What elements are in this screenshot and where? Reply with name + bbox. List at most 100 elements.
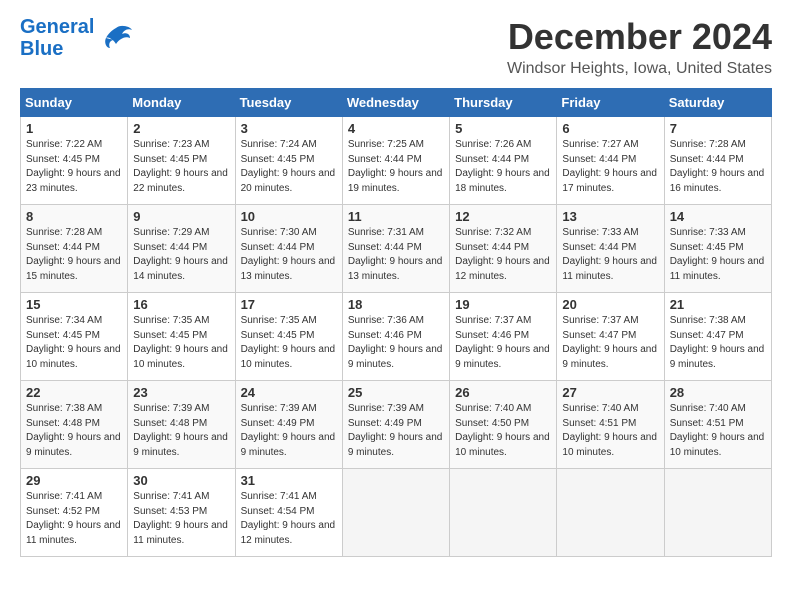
week-row-4: 22Sunrise: 7:38 AMSunset: 4:48 PMDayligh… <box>21 381 772 469</box>
location-title: Windsor Heights, Iowa, United States <box>507 60 772 78</box>
calendar-cell: 10 Sunrise: 7:30 AMSunset: 4:44 PMDayligh… <box>235 205 342 293</box>
day-info: Sunrise: 7:39 AMSunset: 4:48 PMDaylight:… <box>133 402 229 460</box>
day-number: 19 <box>455 297 551 312</box>
weekday-header-monday: Monday <box>128 89 235 117</box>
day-info: Sunrise: 7:32 AMSunset: 4:44 PMDaylight:… <box>455 226 551 284</box>
calendar-cell: 22Sunrise: 7:38 AMSunset: 4:48 PMDayligh… <box>21 381 128 469</box>
day-info: Sunrise: 7:41 AMSunset: 4:52 PMDaylight:… <box>26 490 122 548</box>
calendar-cell: 27 Sunrise: 7:40 AMSunset: 4:51 PMDayligh… <box>557 381 664 469</box>
day-number: 7 <box>670 121 766 136</box>
day-number: 16 <box>133 297 229 312</box>
day-info: Sunrise: 7:35 AMSunset: 4:45 PMDaylight:… <box>133 314 229 372</box>
day-number: 4 <box>348 121 444 136</box>
day-info: Sunrise: 7:36 AMSunset: 4:46 PMDaylight:… <box>348 314 444 372</box>
day-number: 23 <box>133 385 229 400</box>
day-number: 12 <box>455 209 551 224</box>
calendar-cell: 25 Sunrise: 7:39 AMSunset: 4:49 PMDayligh… <box>342 381 449 469</box>
week-row-5: 29Sunrise: 7:41 AMSunset: 4:52 PMDayligh… <box>21 469 772 557</box>
calendar-cell: 12 Sunrise: 7:32 AMSunset: 4:44 PMDayligh… <box>450 205 557 293</box>
day-info: Sunrise: 7:38 AMSunset: 4:47 PMDaylight:… <box>670 314 766 372</box>
day-number: 25 <box>348 385 444 400</box>
day-number: 24 <box>241 385 337 400</box>
day-number: 30 <box>133 473 229 488</box>
day-number: 17 <box>241 297 337 312</box>
day-number: 13 <box>562 209 658 224</box>
day-info: Sunrise: 7:37 AMSunset: 4:47 PMDaylight:… <box>562 314 658 372</box>
day-number: 9 <box>133 209 229 224</box>
day-info: Sunrise: 7:33 AMSunset: 4:44 PMDaylight:… <box>562 226 658 284</box>
logo-general: General <box>20 16 94 38</box>
day-number: 22 <box>26 385 122 400</box>
day-info: Sunrise: 7:27 AMSunset: 4:44 PMDaylight:… <box>562 138 658 196</box>
calendar-cell: 7Sunrise: 7:28 AMSunset: 4:44 PMDaylight… <box>664 117 771 205</box>
title-section: December 2024 Windsor Heights, Iowa, Uni… <box>507 16 772 78</box>
calendar-cell: 5 Sunrise: 7:26 AMSunset: 4:44 PMDaylight… <box>450 117 557 205</box>
day-number: 14 <box>670 209 766 224</box>
calendar-cell: 13 Sunrise: 7:33 AMSunset: 4:44 PMDayligh… <box>557 205 664 293</box>
day-number: 18 <box>348 297 444 312</box>
calendar-cell: 11 Sunrise: 7:31 AMSunset: 4:44 PMDayligh… <box>342 205 449 293</box>
week-row-1: 1 Sunrise: 7:22 AMSunset: 4:45 PMDaylight… <box>21 117 772 205</box>
calendar-cell <box>450 469 557 557</box>
week-row-2: 8 Sunrise: 7:28 AMSunset: 4:44 PMDaylight… <box>21 205 772 293</box>
day-info: Sunrise: 7:24 AMSunset: 4:45 PMDaylight:… <box>241 138 337 196</box>
day-number: 11 <box>348 209 444 224</box>
calendar-cell: 1 Sunrise: 7:22 AMSunset: 4:45 PMDaylight… <box>21 117 128 205</box>
day-number: 8 <box>26 209 122 224</box>
logo: General Blue <box>20 16 134 60</box>
calendar-cell: 28Sunrise: 7:40 AMSunset: 4:51 PMDayligh… <box>664 381 771 469</box>
calendar-cell: 8 Sunrise: 7:28 AMSunset: 4:44 PMDaylight… <box>21 205 128 293</box>
calendar-cell: 31 Sunrise: 7:41 AMSunset: 4:54 PMDayligh… <box>235 469 342 557</box>
calendar-cell: 18 Sunrise: 7:36 AMSunset: 4:46 PMDayligh… <box>342 293 449 381</box>
day-info: Sunrise: 7:34 AMSunset: 4:45 PMDaylight:… <box>26 314 122 372</box>
day-info: Sunrise: 7:30 AMSunset: 4:44 PMDaylight:… <box>241 226 337 284</box>
weekday-header-wednesday: Wednesday <box>342 89 449 117</box>
day-number: 28 <box>670 385 766 400</box>
weekday-header-row: SundayMondayTuesdayWednesdayThursdayFrid… <box>21 89 772 117</box>
calendar-cell <box>557 469 664 557</box>
month-title: December 2024 <box>507 16 772 58</box>
calendar-cell: 20Sunrise: 7:37 AMSunset: 4:47 PMDayligh… <box>557 293 664 381</box>
day-info: Sunrise: 7:31 AMSunset: 4:44 PMDaylight:… <box>348 226 444 284</box>
calendar-cell: 14 Sunrise: 7:33 AMSunset: 4:45 PMDayligh… <box>664 205 771 293</box>
day-info: Sunrise: 7:39 AMSunset: 4:49 PMDaylight:… <box>241 402 337 460</box>
day-info: Sunrise: 7:40 AMSunset: 4:50 PMDaylight:… <box>455 402 551 460</box>
day-info: Sunrise: 7:26 AMSunset: 4:44 PMDaylight:… <box>455 138 551 196</box>
calendar-cell: 4Sunrise: 7:25 AMSunset: 4:44 PMDaylight… <box>342 117 449 205</box>
weekday-header-thursday: Thursday <box>450 89 557 117</box>
weekday-header-friday: Friday <box>557 89 664 117</box>
day-info: Sunrise: 7:22 AMSunset: 4:45 PMDaylight:… <box>26 138 122 196</box>
day-number: 6 <box>562 121 658 136</box>
calendar-cell: 30 Sunrise: 7:41 AMSunset: 4:53 PMDayligh… <box>128 469 235 557</box>
calendar-cell: 6 Sunrise: 7:27 AMSunset: 4:44 PMDaylight… <box>557 117 664 205</box>
header: General Blue December 2024 Windsor Heigh… <box>20 16 772 78</box>
calendar-cell: 29Sunrise: 7:41 AMSunset: 4:52 PMDayligh… <box>21 469 128 557</box>
day-info: Sunrise: 7:29 AMSunset: 4:44 PMDaylight:… <box>133 226 229 284</box>
logo-bird-icon <box>98 20 134 56</box>
calendar-cell: 17 Sunrise: 7:35 AMSunset: 4:45 PMDayligh… <box>235 293 342 381</box>
day-info: Sunrise: 7:35 AMSunset: 4:45 PMDaylight:… <box>241 314 337 372</box>
day-info: Sunrise: 7:41 AMSunset: 4:54 PMDaylight:… <box>241 490 337 548</box>
calendar-cell: 26Sunrise: 7:40 AMSunset: 4:50 PMDayligh… <box>450 381 557 469</box>
logo-blue: Blue <box>20 38 94 60</box>
day-info: Sunrise: 7:39 AMSunset: 4:49 PMDaylight:… <box>348 402 444 460</box>
day-info: Sunrise: 7:41 AMSunset: 4:53 PMDaylight:… <box>133 490 229 548</box>
day-number: 2 <box>133 121 229 136</box>
day-number: 27 <box>562 385 658 400</box>
day-info: Sunrise: 7:33 AMSunset: 4:45 PMDaylight:… <box>670 226 766 284</box>
day-info: Sunrise: 7:28 AMSunset: 4:44 PMDaylight:… <box>26 226 122 284</box>
day-number: 21 <box>670 297 766 312</box>
calendar-cell: 3 Sunrise: 7:24 AMSunset: 4:45 PMDaylight… <box>235 117 342 205</box>
day-info: Sunrise: 7:37 AMSunset: 4:46 PMDaylight:… <box>455 314 551 372</box>
weekday-header-saturday: Saturday <box>664 89 771 117</box>
day-number: 15 <box>26 297 122 312</box>
day-number: 3 <box>241 121 337 136</box>
calendar-cell: 24 Sunrise: 7:39 AMSunset: 4:49 PMDayligh… <box>235 381 342 469</box>
calendar-cell: 15 Sunrise: 7:34 AMSunset: 4:45 PMDayligh… <box>21 293 128 381</box>
day-number: 5 <box>455 121 551 136</box>
day-info: Sunrise: 7:40 AMSunset: 4:51 PMDaylight:… <box>562 402 658 460</box>
day-number: 10 <box>241 209 337 224</box>
calendar-cell <box>664 469 771 557</box>
day-number: 31 <box>241 473 337 488</box>
day-number: 1 <box>26 121 122 136</box>
